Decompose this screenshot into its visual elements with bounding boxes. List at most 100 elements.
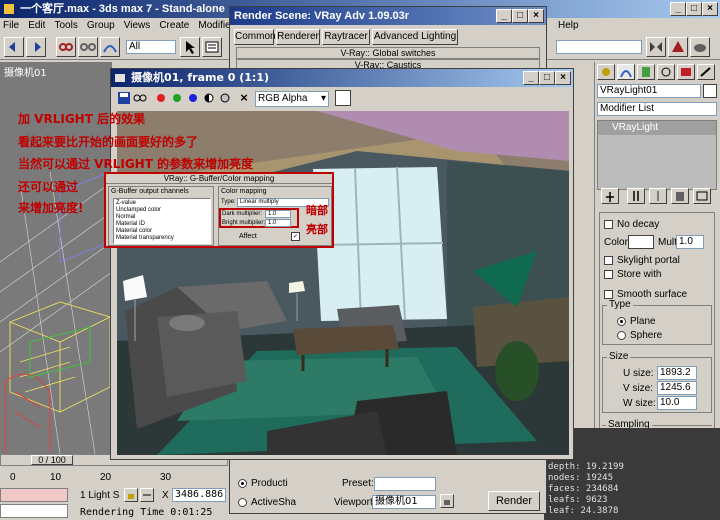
frame-close[interactable]: × [555, 71, 571, 85]
u-size-field[interactable]: 1893.2 [657, 366, 697, 380]
red-channel-icon[interactable] [155, 92, 167, 104]
maximize-button[interactable]: □ [686, 2, 702, 16]
menu-group[interactable]: Group [84, 18, 118, 34]
named-selection-dropdown[interactable] [556, 40, 642, 54]
gbuffer-channel-list[interactable]: Z-value Unclamped color Normal Material … [113, 198, 211, 244]
channel-z-value[interactable]: Z-value [116, 200, 208, 207]
channel-material-id[interactable]: Material ID [116, 221, 208, 228]
w-size-field[interactable]: 10.0 [657, 396, 697, 410]
preset-label: Preset: [342, 478, 374, 489]
mirror-icon[interactable] [646, 37, 666, 57]
display-tab-icon[interactable] [677, 64, 695, 80]
green-channel-icon[interactable] [171, 92, 183, 104]
render-teapot-icon[interactable] [690, 37, 710, 57]
gbuffer-panel: VRay:: G-Buffer/Color mapping G-Buffer o… [104, 172, 334, 248]
remove-modifier-icon[interactable] [671, 188, 689, 204]
viewport-dropdown[interactable]: 摄像机01 [372, 495, 436, 509]
save-icon[interactable] [117, 91, 131, 105]
frame-minimize[interactable]: _ [523, 71, 539, 85]
channel-dropdown[interactable]: RGB Alpha ▾ [255, 91, 329, 107]
frame-title: 摄像机01, frame 0 (1:1) [131, 71, 270, 84]
render-scene-maximize[interactable]: □ [512, 9, 528, 23]
channel-material-transparency[interactable]: Material transparency [116, 235, 208, 242]
menu-edit[interactable]: Edit [25, 18, 48, 34]
type-group-label: Type [607, 299, 633, 310]
store-with-checkbox[interactable]: Store with [604, 269, 661, 280]
link-icon[interactable] [56, 37, 76, 57]
motion-tab-icon[interactable] [657, 64, 675, 80]
stats-leaf: leaf: 24.3878 [548, 506, 619, 516]
mono-channel-icon[interactable] [219, 92, 231, 104]
plane-radio[interactable]: Plane [617, 316, 656, 327]
material-editor-icon[interactable] [668, 37, 688, 57]
blue-channel-icon[interactable] [187, 92, 199, 104]
channel-material-color[interactable]: Material color [116, 228, 208, 235]
render-button[interactable]: Render [488, 491, 540, 511]
render-scene-minimize[interactable]: _ [496, 9, 512, 23]
u-size-label: U size: [623, 368, 654, 379]
selection-filter-dropdown[interactable]: All [126, 40, 176, 54]
channel-normal[interactable]: Normal [116, 214, 208, 221]
menu-file[interactable]: File [0, 18, 22, 34]
modify-tab-icon[interactable] [617, 64, 635, 80]
redo-icon[interactable] [26, 37, 46, 57]
tab-advanced-lighting[interactable]: Advanced Lighting [372, 29, 458, 45]
clone-icon[interactable] [133, 91, 147, 105]
unlink-icon[interactable] [78, 37, 98, 57]
pin-stack-icon[interactable] [601, 188, 619, 204]
select-by-name-icon[interactable] [202, 37, 222, 57]
absolute-mode-icon[interactable] [140, 488, 154, 502]
object-name-field[interactable]: VRayLight01 [597, 84, 701, 98]
lock-selection-icon[interactable] [124, 488, 138, 502]
maxscript-listener[interactable] [0, 488, 68, 502]
rollout-global-switches[interactable]: V-Ray:: Global switches [236, 47, 540, 59]
channel-unclamped[interactable]: Unclamped color [116, 207, 208, 214]
v-size-field[interactable]: 1245.6 [657, 381, 697, 395]
v-size-label: V size: [623, 383, 654, 394]
modifier-stack[interactable]: VRayLight [597, 120, 717, 190]
preset-dropdown[interactable] [374, 477, 436, 491]
light-color-swatch[interactable] [628, 235, 654, 249]
object-color-swatch[interactable] [703, 84, 717, 98]
lock-viewport-icon[interactable] [440, 494, 454, 508]
maxscript-listener-2[interactable] [0, 504, 68, 518]
production-radio[interactable]: Producti [238, 478, 288, 489]
configure-sets-icon[interactable] [693, 188, 711, 204]
show-end-result-icon[interactable] [627, 188, 645, 204]
utilities-tab-icon[interactable] [697, 64, 715, 80]
modifier-list-dropdown[interactable]: Modifier List [597, 102, 717, 116]
tab-common[interactable]: Common [234, 29, 276, 45]
skylight-portal-checkbox[interactable]: Skylight portal [604, 255, 680, 266]
create-tab-icon[interactable] [597, 64, 615, 80]
no-decay-checkbox[interactable]: No decay [604, 219, 659, 230]
x-coord-field[interactable]: 3486.886 [172, 488, 226, 502]
close-button[interactable]: × [702, 2, 718, 16]
alpha-channel-icon[interactable] [203, 92, 215, 104]
time-slider-thumb[interactable]: 0 / 100 [31, 455, 73, 465]
select-arrow-icon[interactable] [180, 37, 200, 57]
menu-views[interactable]: Views [121, 18, 154, 34]
size-group: Size U size: 1893.2 V size: 1245.6 W siz… [602, 351, 712, 413]
minimize-button[interactable]: _ [670, 2, 686, 16]
background-swatch[interactable] [335, 90, 351, 106]
activeshade-radio[interactable]: ActiveSha [238, 497, 296, 508]
annotation-line-4: 还可以通过 [18, 180, 79, 194]
mult-field[interactable]: 1.0 [676, 235, 704, 249]
render-scene-close[interactable]: × [528, 9, 544, 23]
frame-maximize[interactable]: □ [539, 71, 555, 85]
menu-create[interactable]: Create [156, 18, 192, 34]
bind-icon[interactable] [100, 37, 120, 57]
menu-help[interactable]: Help [555, 18, 582, 34]
make-unique-icon[interactable] [649, 188, 667, 204]
stack-item-vraylight[interactable]: VRayLight [598, 121, 716, 135]
hierarchy-tab-icon[interactable] [637, 64, 655, 80]
bright-multiplier-field[interactable]: 1.0 [265, 219, 291, 227]
undo-icon[interactable] [4, 37, 24, 57]
sphere-radio[interactable]: Sphere [617, 330, 662, 341]
tab-renderer[interactable]: Renderer [276, 29, 320, 45]
tab-raytracer[interactable]: Raytracer [322, 29, 370, 45]
menu-tools[interactable]: Tools [51, 18, 80, 34]
clear-icon[interactable]: × [237, 91, 251, 105]
dark-multiplier-field[interactable]: 1.0 [265, 210, 291, 218]
affect-checkbox[interactable]: ✓ [291, 232, 300, 241]
